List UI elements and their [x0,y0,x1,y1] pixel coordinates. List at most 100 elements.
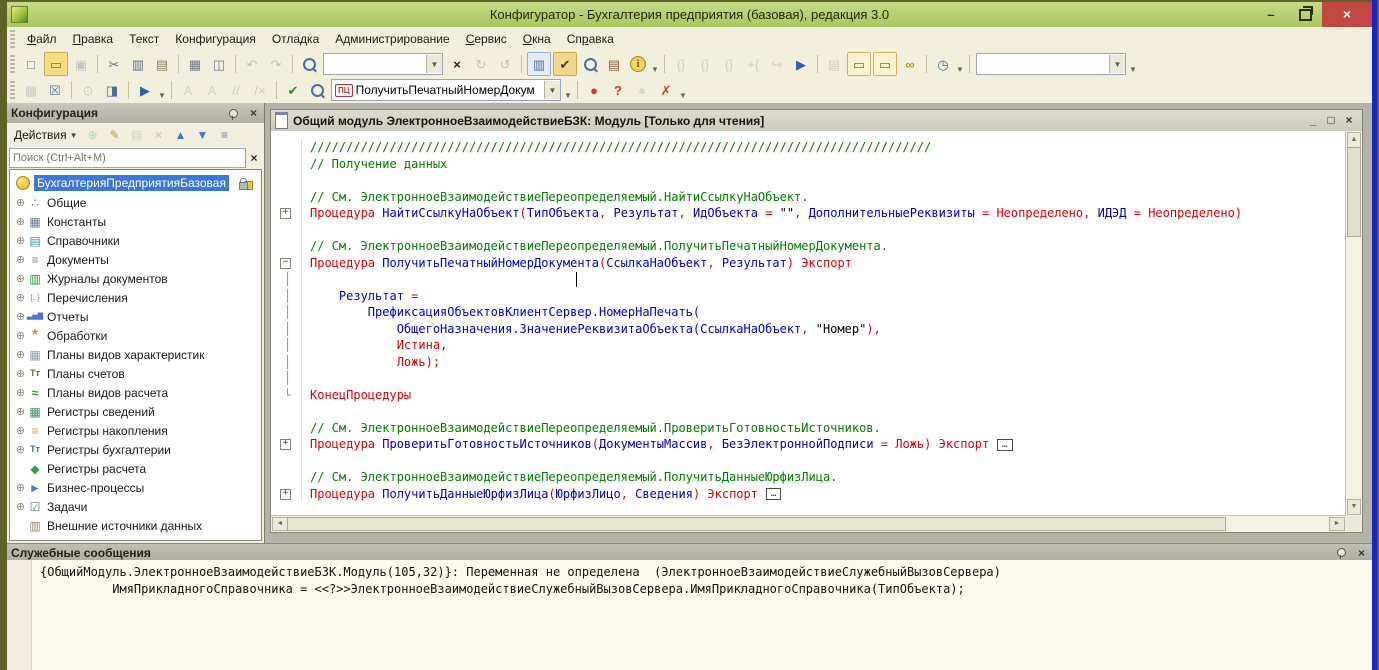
templates-icon[interactable]: ▤ [603,53,625,75]
remove-breakpoints-icon[interactable]: ✗ [655,79,677,101]
expand-icon[interactable]: ⊕ [14,405,27,418]
goto-procedure-icon[interactable] [306,79,328,101]
pin-icon[interactable] [229,109,238,118]
menu-item-5[interactable]: Отладка [264,29,327,49]
goto-definition-icon[interactable]: ▶ [790,53,812,75]
edit-icon[interactable]: ✎ [105,125,125,145]
cut-icon[interactable]: ✂ [103,53,125,75]
tree-item-8[interactable]: ⊕*Обработки [10,326,261,345]
tree-item-7[interactable]: ⊕▃▅▇Отчеты [10,307,261,326]
editor-maximize-button[interactable]: □ [1322,110,1340,131]
menu-item-8[interactable]: Окна [515,29,559,49]
stopwatch-caret[interactable]: ▼ [955,65,965,75]
tree-item-16[interactable]: ⊕►Бизнес-процессы [10,478,261,497]
tree-item-10[interactable]: ⊕ТтПланы счетов [10,364,261,383]
menu-item-7[interactable]: Сервис [458,29,515,49]
tree-item-6[interactable]: ⊕{..}Перечисления [10,288,261,307]
quick-launch-combobox-input[interactable] [977,55,1109,73]
search-combobox-input[interactable] [324,55,426,73]
minimize-button[interactable]: – [1254,2,1288,27]
code-editor[interactable]: ////////////////////////////////////////… [271,131,1346,516]
expand-icon[interactable]: ⊕ [14,215,27,228]
procedures-combobox[interactable]: ПЦПолучитьПечатныйНомерДокум▼ [331,79,561,101]
search-combobox-dropdown-icon[interactable]: ▼ [426,55,442,73]
editor-close-button[interactable]: × [1340,110,1358,131]
menu-item-4[interactable]: Конфигурация [167,29,264,49]
quick-launch-combobox-dropdown-icon[interactable]: ▼ [1109,55,1125,73]
expand-icon[interactable]: ⊕ [14,443,27,456]
procedures-combobox-dropdown-icon[interactable]: ▼ [544,81,560,99]
tree-item-14[interactable]: ⊕ТтРегистры бухгалтерии [10,440,261,459]
expand-icon[interactable]: ⊕ [14,329,27,342]
clear-search-icon[interactable]: × [446,53,468,75]
new-window-icon[interactable]: ▭ [847,52,871,76]
scroll-up-icon[interactable]: ▲ [1347,132,1361,148]
vertical-scrollbar[interactable]: ▲ ▼ [1345,131,1362,516]
check-module-icon[interactable]: ✔ [282,79,304,101]
syntax-help-icon[interactable] [579,53,601,75]
tree-root[interactable]: БухгалтерияПредприятияБазовая [10,173,261,193]
syntax-check-icon[interactable]: ✔ [553,52,577,76]
tree-item-11[interactable]: ⊕≈Планы видов расчета [10,383,261,402]
tree-item-4[interactable]: ⊕≡Документы [10,250,261,269]
copy-window-icon[interactable]: ▥ [527,52,551,76]
open-module-caret[interactable]: ▼ [157,91,167,101]
expand-icon[interactable]: ⊕ [14,386,27,399]
expand-icon[interactable]: ⊕ [14,310,27,323]
breakpoints-caret[interactable]: ▼ [678,91,688,101]
search-input[interactable] [10,152,245,164]
links-icon[interactable]: ∞ [899,53,921,75]
print-preview-icon[interactable]: ◫ [208,53,230,75]
horizontal-scroll-thumb[interactable] [287,517,1226,531]
tree-item-2[interactable]: ⊕▦Константы [10,212,261,231]
new-document-icon[interactable]: □ [20,53,42,75]
menu-item-9[interactable]: Справка [559,29,622,49]
sort-icon[interactable]: ≡ [215,125,235,145]
tree-item-12[interactable]: ⊕▦Регистры сведений [10,402,261,421]
horizontal-scrollbar[interactable]: ◄ ► [271,515,1346,532]
fold-expand-icon[interactable]: + [280,489,291,500]
tree-item-3[interactable]: ⊕▤Справочники [10,231,261,250]
panel-close-icon[interactable]: × [247,107,260,119]
toolbar1-more-caret[interactable]: ▼ [1128,65,1138,75]
tree-item-15[interactable]: ◆Регистры расчета [10,459,261,478]
expand-icon[interactable]: ⊕ [14,253,27,266]
tree-item-5[interactable]: ⊕▥Журналы документов [10,269,261,288]
print-icon[interactable]: ▦ [184,53,206,75]
actions-button[interactable]: Действия ▼ [10,126,82,144]
info-icon[interactable]: i [627,53,649,75]
copy-icon[interactable]: ▥ [127,53,149,75]
expand-icon[interactable]: ⊕ [14,291,27,304]
fold-expand-icon[interactable]: + [280,439,291,450]
messages-close-icon[interactable]: × [1355,547,1368,559]
expand-icon[interactable]: ⊕ [14,196,27,209]
conditional-breakpoint-icon[interactable]: ? [607,79,629,101]
collapsed-code-icon[interactable]: … [766,488,781,500]
info-more-caret[interactable]: ▼ [650,65,660,75]
expand-icon[interactable]: ⊕ [14,367,27,380]
scroll-down-icon[interactable]: ▼ [1347,499,1361,515]
move-down-icon[interactable]: ▼ [193,125,213,145]
collapsed-code-icon[interactable]: … [997,439,1012,451]
close-button[interactable]: × [1322,2,1372,27]
editor-minimize-button[interactable]: _ [1304,110,1322,131]
messages-pin-icon[interactable] [1337,548,1346,557]
expand-icon[interactable]: ⊕ [14,272,27,285]
tree-item-18[interactable]: ▥Внешние источники данных [10,516,261,535]
tree-item-9[interactable]: ⊕▦Планы видов характеристик [10,345,261,364]
open-module-icon[interactable]: ▶ [134,79,156,101]
fold-expand-icon[interactable]: + [280,208,291,219]
scroll-left-icon[interactable]: ◄ [272,517,288,531]
menu-item-1[interactable]: Файл [19,29,65,49]
fold-collapse-icon[interactable]: − [280,258,291,269]
vertical-scroll-thumb[interactable] [1347,147,1361,237]
table-icon[interactable]: ◨ [101,79,123,101]
tree-item-17[interactable]: ⊕☑Задачи [10,497,261,516]
menu-item-2[interactable]: Правка [65,29,122,49]
split-window-icon[interactable]: ▭ [873,52,897,76]
tree-item-1[interactable]: ⊕∴Общие [10,193,261,212]
expand-icon[interactable]: ⊕ [14,424,27,437]
stopwatch-icon[interactable]: ◷ [932,53,954,75]
scroll-right-icon[interactable]: ► [1329,517,1345,531]
paste-icon[interactable]: ▤ [151,53,173,75]
